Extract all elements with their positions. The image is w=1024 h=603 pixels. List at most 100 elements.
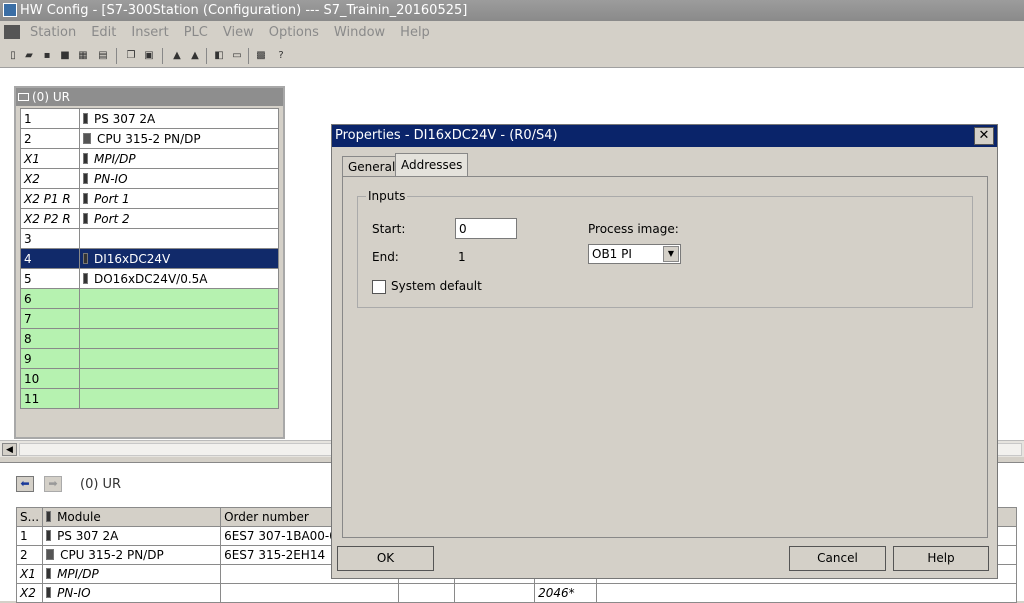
- save-icon[interactable]: ■: [58, 49, 72, 62]
- addresses-tab-panel: Inputs Start: End: 1 Process image: OB1 …: [342, 176, 988, 538]
- process-image-select[interactable]: OB1 PI ▼: [588, 244, 681, 264]
- detail-slot-cell: X2: [15, 583, 44, 603]
- start-address-input[interactable]: [455, 218, 517, 239]
- rack-row[interactable]: X2 P2 R Port 2: [20, 208, 279, 229]
- rack-row[interactable]: 2 CPU 315-2 PN/DP: [20, 128, 279, 149]
- menu-insert[interactable]: Insert: [131, 21, 168, 44]
- catalog-icon[interactable]: ◧: [212, 49, 226, 62]
- cpu-icon: [83, 132, 91, 144]
- window-title-bar: HW Config - [S7-300Station (Configuratio…: [0, 0, 1024, 21]
- rack-module-cell[interactable]: PS 307 2A: [79, 108, 279, 129]
- rack-row[interactable]: 7: [20, 308, 279, 329]
- menu-options[interactable]: Options: [269, 21, 319, 44]
- scroll-left-icon[interactable]: ◀: [2, 443, 17, 456]
- rack-row[interactable]: 9: [20, 348, 279, 369]
- detail-slot-cell-text: X2: [20, 586, 36, 600]
- rack-title-bar[interactable]: (0) UR: [16, 88, 283, 106]
- close-icon[interactable]: ✕: [974, 127, 994, 145]
- rack-row[interactable]: X1 MPI/DP: [20, 148, 279, 169]
- detail-module-cell: CPU 315-2 PN/DP: [42, 545, 222, 565]
- rack-module-cell[interactable]: Port 1: [79, 188, 279, 209]
- forward-arrow-icon[interactable]: ➡: [44, 476, 62, 492]
- help-button[interactable]: Help: [893, 546, 989, 571]
- detail-module-cell-text: CPU 315-2 PN/DP: [60, 548, 164, 562]
- system-default-label[interactable]: System default: [391, 279, 482, 293]
- rack-row[interactable]: 8: [20, 328, 279, 349]
- rack-module-cell[interactable]: DI16xDC24V: [79, 248, 279, 269]
- module-icon: [46, 511, 52, 522]
- rack-slot-number: 3: [20, 228, 80, 249]
- rack-module-cell[interactable]: [79, 328, 279, 349]
- context-help-icon[interactable]: ?: [274, 49, 288, 62]
- ok-button[interactable]: OK: [337, 546, 434, 571]
- open-icon[interactable]: ▰: [22, 49, 36, 62]
- dialog-title-bar[interactable]: Properties - DI16xDC24V - (R0/S4) ✕: [332, 125, 997, 147]
- menu-edit[interactable]: Edit: [91, 21, 116, 44]
- menu-help[interactable]: Help: [400, 21, 430, 44]
- upload-icon[interactable]: ▲: [188, 49, 202, 62]
- inputs-group: Inputs Start: End: 1 Process image: OB1 …: [357, 189, 973, 308]
- menu-view[interactable]: View: [223, 21, 254, 44]
- detail-rack-title: (0) UR: [80, 477, 122, 492]
- properties-dialog: Properties - DI16xDC24V - (R0/S4) ✕ Gene…: [331, 124, 998, 579]
- column-header-module[interactable]: Module: [42, 507, 222, 527]
- start-label: Start:: [372, 222, 406, 236]
- menu-plc[interactable]: PLC: [184, 21, 208, 44]
- end-label: End:: [372, 250, 399, 264]
- process-image-value: OB1 PI: [592, 247, 632, 261]
- accessible-nodes-icon[interactable]: ▪: [40, 49, 54, 62]
- rack-row[interactable]: 11: [20, 388, 279, 409]
- rack-slot-number: X2 P2 R: [20, 208, 80, 229]
- rack-slot-number: 10: [20, 368, 80, 389]
- rack-module-name: PN-IO: [94, 171, 128, 186]
- save-compile-icon[interactable]: ▦: [76, 49, 90, 62]
- menu-window[interactable]: Window: [334, 21, 385, 44]
- rack-module-cell[interactable]: [79, 388, 279, 409]
- rack-slot-number: 8: [20, 328, 80, 349]
- rack-module-name: CPU 315-2 PN/DP: [97, 131, 201, 146]
- rack-row[interactable]: 10: [20, 368, 279, 389]
- rack-slot-number: 11: [20, 388, 80, 409]
- rack-row[interactable]: 5 DO16xDC24V/0.5A: [20, 268, 279, 289]
- rack-module-cell[interactable]: PN-IO: [79, 168, 279, 189]
- tab-general[interactable]: General: [342, 156, 402, 176]
- toolbar: ▯ ▰ ▪ ■ ▦ ▤ ❐ ▣ ▲ ▲ ◧ ▭ ▩ ?: [0, 44, 1024, 68]
- rack-module-cell[interactable]: [79, 288, 279, 309]
- rack-module-cell[interactable]: [79, 368, 279, 389]
- rack-slot-number: 4: [20, 248, 80, 269]
- back-arrow-icon[interactable]: ⬅: [16, 476, 34, 492]
- chevron-down-icon[interactable]: ▼: [663, 246, 679, 262]
- overview-icon[interactable]: ▭: [230, 49, 244, 62]
- print-icon[interactable]: ▤: [96, 49, 110, 62]
- rack-row[interactable]: 6: [20, 288, 279, 309]
- detail-row[interactable]: X2 PN-IO 2046*: [15, 583, 1018, 603]
- tab-addresses[interactable]: Addresses: [395, 153, 469, 177]
- rack-module-cell[interactable]: [79, 228, 279, 249]
- copy-icon[interactable]: ❐: [124, 49, 138, 62]
- rack-row[interactable]: 3: [20, 228, 279, 249]
- paste-icon[interactable]: ▣: [142, 49, 156, 62]
- rack-module-cell[interactable]: [79, 348, 279, 369]
- rack-module-cell[interactable]: DO16xDC24V/0.5A: [79, 268, 279, 289]
- station-window-icon[interactable]: [4, 25, 20, 39]
- rack-row[interactable]: X2 P1 R Port 1: [20, 188, 279, 209]
- rack-module-cell[interactable]: [79, 308, 279, 329]
- rack-module-cell[interactable]: Port 2: [79, 208, 279, 229]
- rack-row[interactable]: X2 PN-IO: [20, 168, 279, 189]
- system-default-checkbox[interactable]: [372, 280, 386, 294]
- rack-row[interactable]: 1 PS 307 2A: [20, 108, 279, 129]
- network-icon[interactable]: ▩: [254, 49, 268, 62]
- rack-module-name: DI16xDC24V: [94, 251, 171, 266]
- detail-slot-cell: X1: [15, 564, 44, 584]
- rack-row[interactable]: 4 DI16xDC24V: [20, 248, 279, 269]
- rack-module-cell[interactable]: CPU 315-2 PN/DP: [79, 128, 279, 149]
- new-icon[interactable]: ▯: [6, 49, 20, 62]
- rack-module-cell[interactable]: MPI/DP: [79, 148, 279, 169]
- rack-slot-number: 9: [20, 348, 80, 369]
- cancel-button[interactable]: Cancel: [789, 546, 886, 571]
- detail-module-cell: PN-IO: [42, 583, 222, 603]
- download-icon[interactable]: ▲: [170, 49, 184, 62]
- column-header-slot[interactable]: S...: [15, 507, 44, 527]
- menu-station[interactable]: Station: [30, 21, 76, 44]
- detail-slot-cell-text: 1: [20, 529, 28, 543]
